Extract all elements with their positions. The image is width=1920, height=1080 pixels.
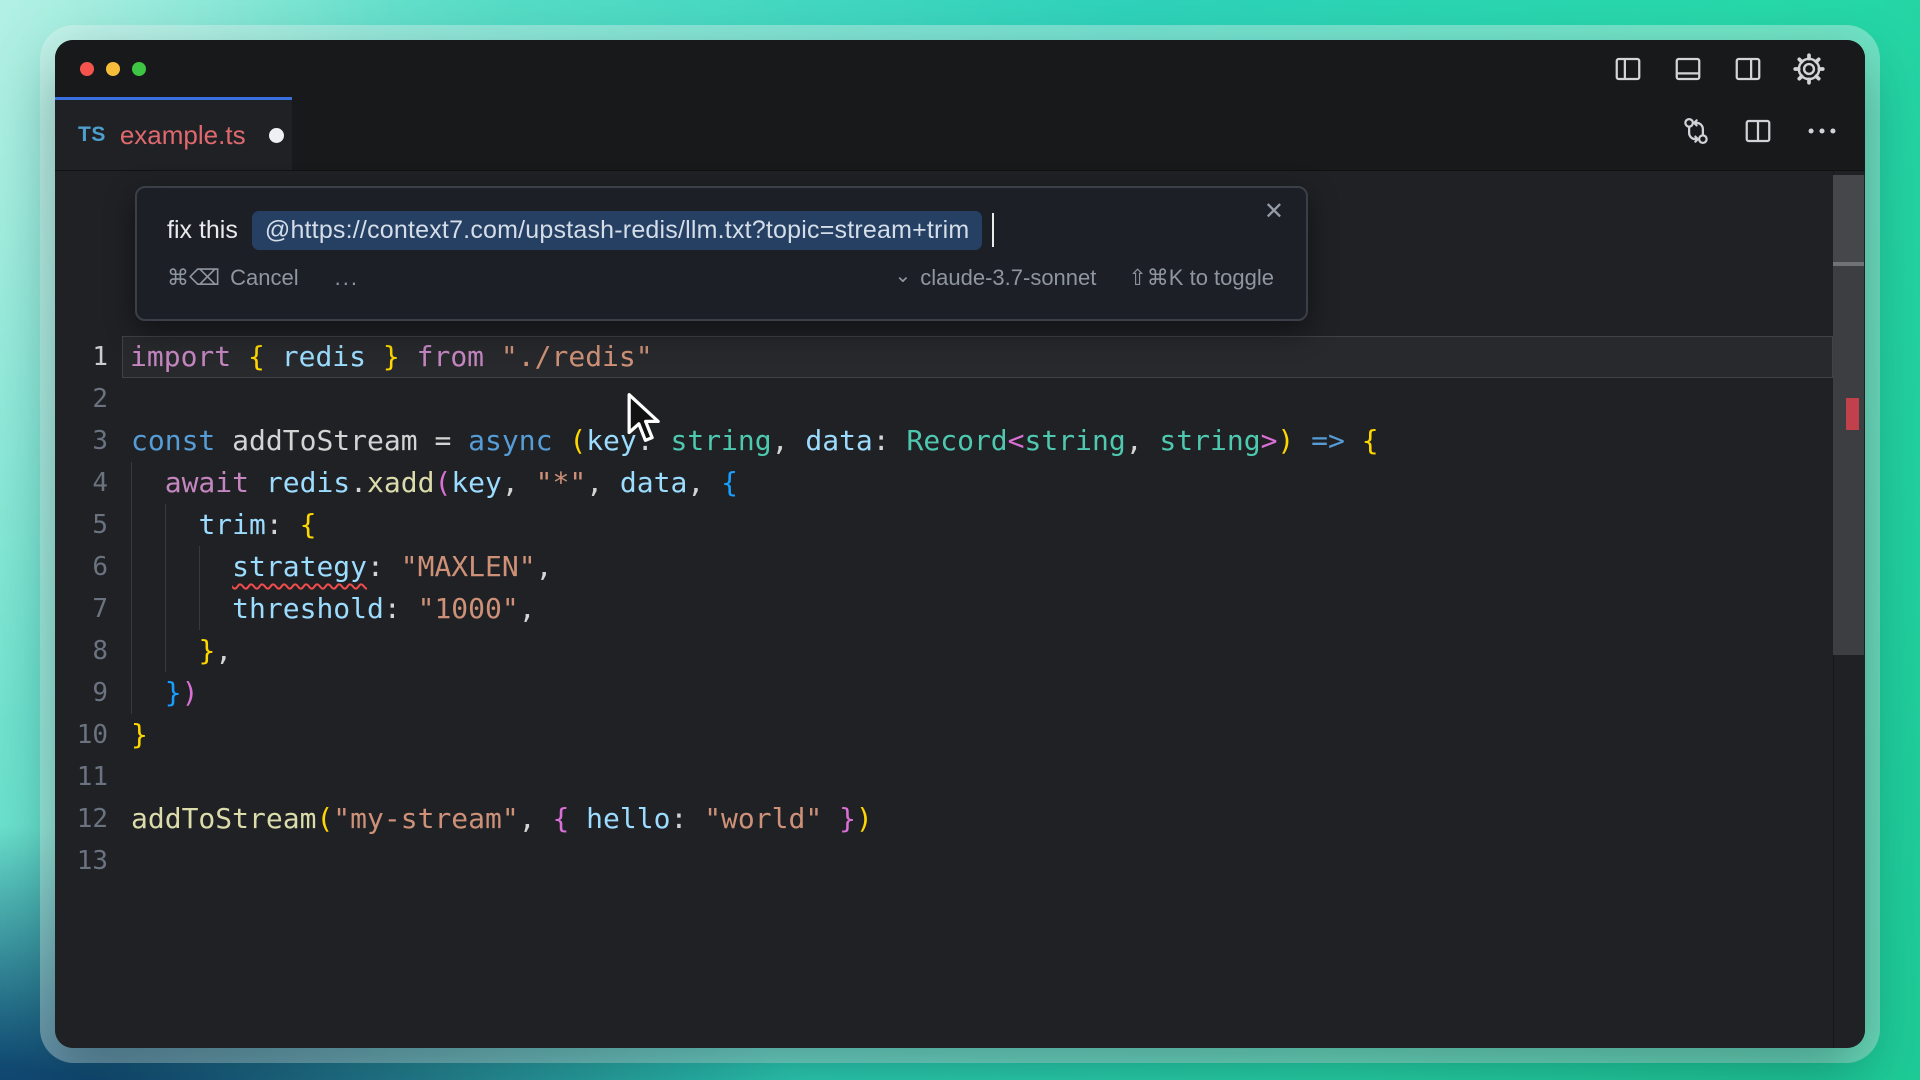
code-text: }, bbox=[131, 630, 1831, 672]
line-number: 12 bbox=[55, 798, 131, 840]
close-window-button[interactable] bbox=[80, 62, 94, 76]
toggle-shortcut-hint: ⇧⌘K to toggle bbox=[1128, 265, 1274, 291]
code-line-1[interactable]: 1import { redis } from "./redis" bbox=[55, 336, 1865, 378]
text-caret bbox=[992, 213, 994, 247]
tab-filename: example.ts bbox=[120, 120, 246, 151]
code-line-3[interactable]: 3const addToStream = async (key: string,… bbox=[55, 420, 1865, 462]
code-line-13[interactable]: 13 bbox=[55, 840, 1865, 882]
code-line-5[interactable]: 5 trim: { bbox=[55, 504, 1865, 546]
code-text: import { redis } from "./redis" bbox=[122, 336, 1833, 378]
code-line-9[interactable]: 9 }) bbox=[55, 672, 1865, 714]
context-url-pill[interactable]: @https://context7.com/upstash-redis/llm.… bbox=[252, 211, 983, 250]
line-number: 13 bbox=[55, 840, 131, 882]
cancel-label: Cancel bbox=[230, 265, 298, 291]
open-changes-icon[interactable] bbox=[1681, 116, 1711, 151]
line-number: 6 bbox=[55, 546, 131, 588]
zoom-window-button[interactable] bbox=[132, 62, 146, 76]
chevron-down-icon: ⌄ bbox=[894, 263, 911, 288]
line-number: 9 bbox=[55, 672, 131, 714]
line-number: 10 bbox=[55, 714, 131, 756]
settings-gear-icon[interactable] bbox=[1793, 53, 1825, 85]
minimize-window-button[interactable] bbox=[106, 62, 120, 76]
code-line-10[interactable]: 10} bbox=[55, 714, 1865, 756]
titlebar bbox=[55, 40, 1865, 97]
code-line-12[interactable]: 12addToStream("my-stream", { hello: "wor… bbox=[55, 798, 1865, 840]
editor-window: TS example.ts bbox=[55, 40, 1865, 1048]
close-icon[interactable]: ✕ bbox=[1264, 200, 1284, 224]
code-line-2[interactable]: 2 bbox=[55, 378, 1865, 420]
model-name: claude-3.7-sonnet bbox=[920, 265, 1096, 291]
overview-ruler-error-marker bbox=[1846, 398, 1859, 430]
toggle-panel-icon[interactable] bbox=[1673, 54, 1703, 84]
code-text: strategy: "MAXLEN", bbox=[131, 546, 1831, 588]
cancel-button[interactable]: ⌘⌫ Cancel bbox=[167, 265, 299, 291]
code-text bbox=[131, 840, 1831, 882]
split-editor-icon[interactable] bbox=[1743, 116, 1773, 151]
toggle-primary-sidebar-icon[interactable] bbox=[1613, 54, 1643, 84]
inline-edit-widget: fix this @https://context7.com/upstash-r… bbox=[135, 186, 1308, 321]
line-number: 7 bbox=[55, 588, 131, 630]
code-lines: 1import { redis } from "./redis"23const … bbox=[55, 336, 1865, 882]
toggle-secondary-sidebar-icon[interactable] bbox=[1733, 54, 1763, 84]
line-number: 1 bbox=[55, 336, 131, 378]
code-text: const addToStream = async (key: string, … bbox=[131, 420, 1831, 462]
unsaved-changes-dot[interactable] bbox=[269, 128, 284, 143]
code-line-8[interactable]: 8 }, bbox=[55, 630, 1865, 672]
line-number: 8 bbox=[55, 630, 131, 672]
scrollbar-thumb[interactable] bbox=[1833, 175, 1864, 262]
tab-example-ts[interactable]: TS example.ts bbox=[55, 97, 292, 170]
cancel-shortcut: ⌘⌫ bbox=[167, 265, 220, 291]
code-text: }) bbox=[131, 672, 1831, 714]
mouse-cursor bbox=[624, 392, 664, 451]
scrollbar-thumb-lower[interactable] bbox=[1833, 266, 1864, 655]
prompt-text[interactable]: fix this bbox=[167, 216, 238, 245]
model-selector[interactable]: ⌄ claude-3.7-sonnet bbox=[894, 265, 1096, 291]
more-options-button[interactable]: ... bbox=[335, 265, 359, 291]
code-line-6[interactable]: 6 strategy: "MAXLEN", bbox=[55, 546, 1865, 588]
more-actions-icon[interactable] bbox=[1805, 116, 1839, 151]
code-text: } bbox=[131, 714, 1831, 756]
line-number: 4 bbox=[55, 462, 131, 504]
code-line-7[interactable]: 7 threshold: "1000", bbox=[55, 588, 1865, 630]
code-text bbox=[131, 756, 1831, 798]
tab-bar: TS example.ts bbox=[55, 97, 1865, 171]
line-number: 3 bbox=[55, 420, 131, 462]
ts-file-icon: TS bbox=[78, 123, 106, 147]
code-line-11[interactable]: 11 bbox=[55, 756, 1865, 798]
code-text: addToStream("my-stream", { hello: "world… bbox=[131, 798, 1831, 840]
traffic-lights bbox=[55, 62, 146, 76]
code-text bbox=[131, 378, 1831, 420]
line-number: 2 bbox=[55, 378, 131, 420]
line-number: 11 bbox=[55, 756, 131, 798]
code-line-4[interactable]: 4 await redis.xadd(key, "*", data, { bbox=[55, 462, 1865, 504]
code-text: await redis.xadd(key, "*", data, { bbox=[131, 462, 1831, 504]
line-number: 5 bbox=[55, 504, 131, 546]
code-text: trim: { bbox=[131, 504, 1831, 546]
code-text: threshold: "1000", bbox=[131, 588, 1831, 630]
